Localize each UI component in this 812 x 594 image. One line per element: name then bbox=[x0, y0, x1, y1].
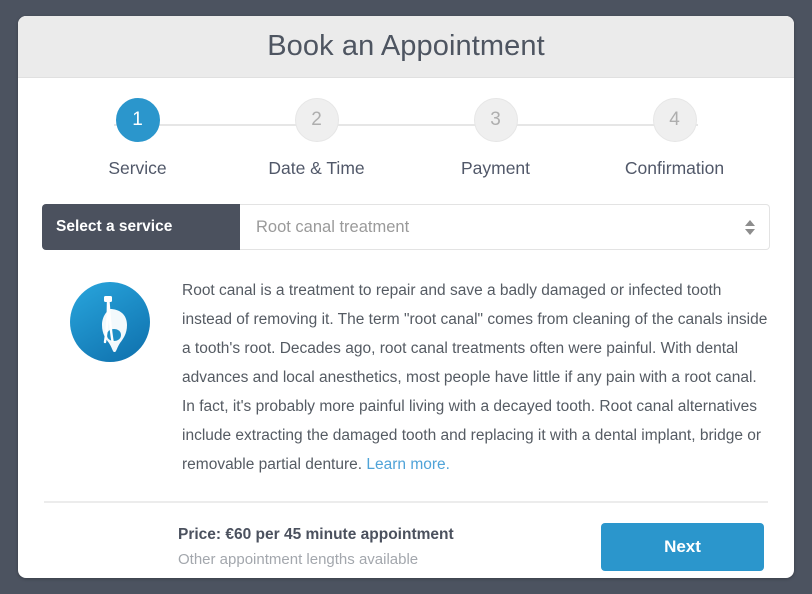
card-footer: Price: €60 per 45 minute appointment Oth… bbox=[44, 523, 768, 571]
progress-stepper: 1 Service 2 Date & Time 3 Payment 4 Conf… bbox=[48, 98, 764, 190]
price-block: Price: €60 per 45 minute appointment Oth… bbox=[178, 526, 454, 568]
step-label-service: Service bbox=[108, 158, 167, 178]
price-note: Other appointment lengths available bbox=[178, 551, 419, 568]
stepper-step-date-time[interactable]: 2 Date & Time bbox=[227, 98, 406, 179]
tooth-root-canal-icon bbox=[70, 282, 150, 362]
service-detail: Root canal is a treatment to repair and … bbox=[44, 276, 768, 479]
service-selector-label: Select a service bbox=[42, 204, 240, 250]
next-button[interactable]: Next bbox=[601, 523, 764, 571]
price-text: Price: €60 per 45 minute appointment bbox=[178, 526, 454, 543]
card-header: Book an Appointment bbox=[18, 16, 794, 78]
service-selector-row: Select a service Root canal treatment bbox=[42, 204, 770, 250]
step-number-4: 4 bbox=[652, 98, 697, 142]
service-description-text: Root canal is a treatment to repair and … bbox=[182, 282, 768, 473]
stepper-step-service[interactable]: 1 Service bbox=[48, 98, 227, 179]
stepper-step-confirmation[interactable]: 4 Confirmation bbox=[585, 98, 764, 179]
step-label-date-time: Date & Time bbox=[268, 158, 365, 178]
stepper-step-payment[interactable]: 3 Payment bbox=[406, 98, 585, 179]
step-label-payment: Payment bbox=[460, 158, 531, 178]
step-number-3: 3 bbox=[473, 98, 518, 142]
footer-divider bbox=[44, 501, 768, 503]
booking-card: Book an Appointment 1 Service 2 Date & T… bbox=[18, 16, 794, 578]
page-title: Book an Appointment bbox=[267, 30, 545, 62]
up-down-arrows-icon bbox=[745, 219, 755, 235]
service-description: Root canal is a treatment to repair and … bbox=[182, 276, 768, 479]
step-label-confirmation: Confirmation bbox=[624, 158, 725, 178]
service-select-value: Root canal treatment bbox=[256, 217, 410, 236]
service-select[interactable]: Root canal treatment bbox=[240, 204, 770, 250]
learn-more-link[interactable]: Learn more. bbox=[366, 456, 450, 473]
step-number-2: 2 bbox=[294, 98, 339, 142]
step-number-1: 1 bbox=[115, 98, 160, 142]
